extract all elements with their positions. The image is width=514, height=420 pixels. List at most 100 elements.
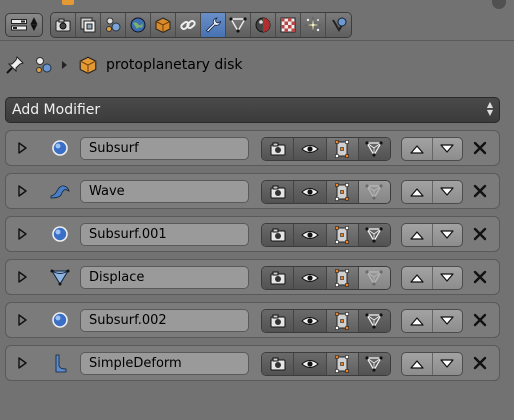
data-tab[interactable] [226,13,251,37]
camera-icon [55,18,71,32]
add-modifier-label: Add Modifier [12,102,101,118]
header-edge-icon [62,0,74,5]
scene-tab[interactable] [101,13,126,37]
render-toggle[interactable] [262,353,295,375]
modifier-panel-3: Subsurf.001 [5,216,500,252]
modifier-name-field[interactable]: Subsurf.001 [80,223,249,246]
visibility-toggles [261,223,391,247]
render-toggle[interactable] [262,138,295,160]
close-icon[interactable] [473,356,487,370]
texture-tab[interactable] [276,13,301,37]
eye-icon [301,188,319,196]
viewport-toggle[interactable] [294,310,327,332]
modifiers-tab[interactable] [201,13,226,37]
wave-icon [50,181,70,201]
chevron-down-icon [440,187,454,196]
camera-icon [270,357,286,371]
modifier-name-field[interactable]: Displace [80,266,249,289]
cage-toggle[interactable] [358,310,390,332]
editmode-toggle[interactable] [326,267,359,289]
mesh-data-icon [229,17,247,33]
cage-toggle[interactable] [358,224,390,246]
modifier-name-field[interactable]: SimpleDeform [80,352,249,375]
viewport-toggle[interactable] [294,267,327,289]
editmode-toggle[interactable] [326,181,359,203]
move-down-button[interactable] [433,181,463,203]
chevron-up-icon [410,317,424,326]
object-cube-icon [79,56,97,74]
close-icon[interactable] [473,270,487,284]
eye-icon [301,360,319,368]
viewport-toggle[interactable] [294,138,327,160]
render-toggle[interactable] [262,310,295,332]
editmode-toggle[interactable] [326,353,359,375]
render-toggle[interactable] [262,224,295,246]
camera-icon [270,271,286,285]
physics-tab[interactable] [326,13,351,37]
camera-icon [270,185,286,199]
editmode-toggle[interactable] [326,138,359,160]
render-tab[interactable] [51,13,76,37]
expand-triangle-icon[interactable] [16,314,28,326]
pin-icon[interactable] [4,54,26,76]
material-sphere-icon [255,17,271,33]
expand-triangle-icon[interactable] [16,357,28,369]
chevron-up-icon [410,231,424,240]
cage-toggle[interactable] [358,267,390,289]
move-up-button[interactable] [402,267,433,289]
render-toggle[interactable] [262,181,295,203]
editor-type-button[interactable]: ▲ ▼ [5,13,43,37]
expand-triangle-icon[interactable] [16,142,28,154]
viewport-toggle[interactable] [294,224,327,246]
move-up-button[interactable] [402,224,433,246]
move-buttons [401,180,463,204]
move-down-button[interactable] [433,353,463,375]
constraints-tab[interactable] [176,13,201,37]
add-modifier-dropdown[interactable]: Add Modifier ▲ ▼ [5,97,500,123]
modifier-name-field[interactable]: Subsurf [80,137,249,160]
cage-toggle[interactable] [358,138,390,160]
render-layers-tab[interactable] [76,13,101,37]
editmode-icon [335,226,349,244]
close-icon[interactable] [473,227,487,241]
viewport-toggle[interactable] [294,353,327,375]
move-up-button[interactable] [402,353,433,375]
editmode-toggle[interactable] [326,310,359,332]
object-name: protoplanetary disk [106,57,243,73]
viewport-toggle[interactable] [294,181,327,203]
render-toggle[interactable] [262,267,295,289]
world-tab[interactable] [126,13,151,37]
move-up-button[interactable] [402,138,433,160]
chevron-down-icon [440,230,454,239]
mesh-cage-icon [365,270,383,286]
cage-toggle[interactable] [358,181,390,203]
expand-triangle-icon[interactable] [16,228,28,240]
properties-editor-icon [10,19,27,31]
modifier-name-field[interactable]: Wave [80,180,249,203]
expand-triangle-icon[interactable] [16,271,28,283]
close-icon[interactable] [473,313,487,327]
editmode-icon [335,355,349,373]
editmode-toggle[interactable] [326,224,359,246]
chevron-down-icon [440,359,454,368]
close-icon[interactable] [473,184,487,198]
material-tab[interactable] [251,13,276,37]
chevron-down-icon [440,144,454,153]
move-down-button[interactable] [433,138,463,160]
modifier-name-field[interactable]: Subsurf.002 [80,309,249,332]
cage-toggle[interactable] [358,353,390,375]
move-up-button[interactable] [402,181,433,203]
move-down-button[interactable] [433,310,463,332]
expand-triangle-icon[interactable] [16,185,28,197]
modifier-panel-2: Wave [5,173,500,209]
move-down-button[interactable] [433,267,463,289]
move-up-button[interactable] [402,310,433,332]
visibility-toggles [261,137,391,161]
subsurf-icon [50,310,70,330]
close-icon[interactable] [473,141,487,155]
move-buttons [401,137,463,161]
particles-tab[interactable] [301,13,326,37]
object-tab[interactable] [151,13,176,37]
modifier-panel-1: Subsurf [5,130,500,166]
move-down-button[interactable] [433,224,463,246]
